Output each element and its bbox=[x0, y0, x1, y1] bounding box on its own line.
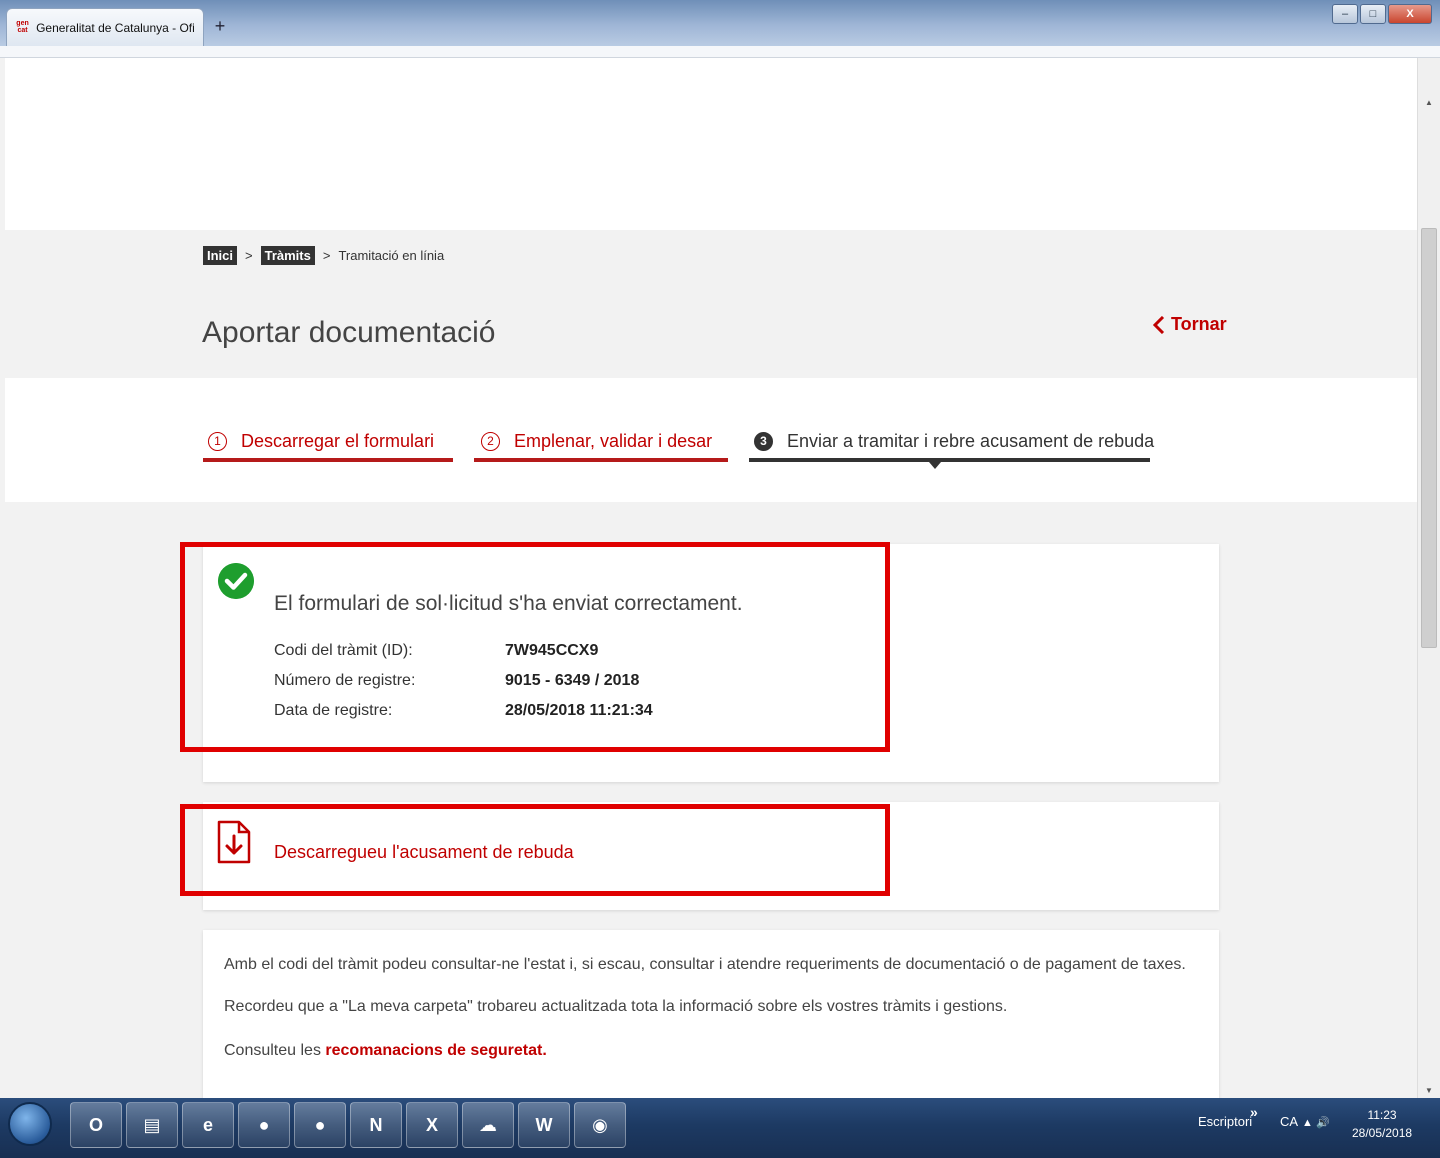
step-3-underline bbox=[749, 458, 1150, 462]
windows-taskbar: O ▤ e ● ● N X ☁ W ◉ Escriptori » CA ▲ 🔊 … bbox=[0, 1098, 1440, 1158]
page-content: Inici > Tràmits > Tramitació en línia Ap… bbox=[5, 58, 1417, 1098]
gencat-favicon-icon: gen cat bbox=[16, 19, 29, 34]
new-tab-button[interactable]: + bbox=[206, 14, 234, 38]
internet-explorer-icon[interactable]: e bbox=[182, 1102, 234, 1148]
system-tray[interactable]: ▲ 🔊 bbox=[1302, 1116, 1330, 1129]
step-label: Enviar a tramitar i rebre acusament de r… bbox=[787, 430, 1155, 451]
clock-date: 28/05/2018 bbox=[1352, 1126, 1413, 1140]
chrome-icon[interactable]: ● bbox=[238, 1102, 290, 1148]
breadcrumb-separator: > bbox=[245, 248, 253, 263]
info-text: Amb el codi del tràmit podeu consultar-n… bbox=[224, 956, 1186, 973]
breadcrumb-current: Tramitació en línia bbox=[338, 248, 445, 263]
onedrive-icon[interactable]: ☁ bbox=[462, 1102, 514, 1148]
tab-title: Generalitat de Catalunya - Ofi... bbox=[36, 20, 195, 35]
info-text: Recordeu que a "La meva carpeta" trobare… bbox=[224, 998, 1008, 1015]
scroll-up-icon[interactable]: ▲ bbox=[1423, 98, 1435, 110]
steps-band: 1 Descarregar el formulari 2 Emplenar, v… bbox=[5, 378, 1417, 502]
step-label: Emplenar, validar i desar bbox=[514, 430, 713, 451]
onenote-icon[interactable]: N bbox=[350, 1102, 402, 1148]
step-3: 3 Enviar a tramitar i rebre acusament de… bbox=[754, 420, 1154, 462]
browser-tab[interactable]: gen cat Generalitat de Catalunya - Ofi..… bbox=[6, 8, 204, 46]
breadcrumb-separator: > bbox=[322, 248, 331, 263]
firefox-icon[interactable]: ◉ bbox=[574, 1102, 626, 1148]
file-explorer-icon[interactable]: ▤ bbox=[126, 1102, 178, 1148]
page-title: Aportar documentació bbox=[202, 316, 496, 349]
step-1[interactable]: 1 Descarregar el formulari bbox=[208, 420, 434, 462]
desktop-toolbar-label[interactable]: Escriptori bbox=[1198, 1114, 1252, 1129]
breadcrumb-tramits-link[interactable]: Tràmits bbox=[260, 246, 315, 265]
chevron-left-icon bbox=[1153, 315, 1165, 334]
scroll-down-icon[interactable]: ▼ bbox=[1423, 1086, 1435, 1098]
maximize-button[interactable]: □ bbox=[1360, 4, 1386, 24]
start-button[interactable] bbox=[8, 1102, 52, 1146]
step-label: Descarregar el formulari bbox=[241, 430, 435, 451]
step-2-underline bbox=[474, 458, 728, 462]
language-indicator[interactable]: CA bbox=[1280, 1114, 1298, 1129]
breadcrumb: Inici > Tràmits > Tramitació en línia bbox=[203, 246, 444, 265]
back-link-label: Tornar bbox=[1171, 314, 1227, 334]
highlight-box-download bbox=[180, 804, 890, 896]
browser-tabbar: gen cat Generalitat de Catalunya - Ofi..… bbox=[0, 0, 1440, 46]
step-number: 3 bbox=[754, 431, 773, 451]
security-recommendations-link[interactable]: recomanacions de seguretat. bbox=[325, 1042, 546, 1059]
minimize-button[interactable]: – bbox=[1332, 4, 1358, 24]
step-1-underline bbox=[203, 458, 453, 462]
vertical-scrollbar[interactable]: ▲ ▼ bbox=[1417, 58, 1440, 1098]
browser-navbar bbox=[0, 46, 1440, 58]
scroll-thumb[interactable] bbox=[1421, 228, 1437, 648]
info-text-security: Consulteu les recomanacions de seguretat… bbox=[224, 1042, 547, 1060]
chrome-icon[interactable]: ● bbox=[294, 1102, 346, 1148]
window-controls: – □ X bbox=[1332, 4, 1432, 24]
excel-icon[interactable]: X bbox=[406, 1102, 458, 1148]
clock-time: 11:23 bbox=[1367, 1108, 1397, 1122]
step-2[interactable]: 2 Emplenar, validar i desar bbox=[481, 420, 712, 462]
step-number: 2 bbox=[481, 431, 500, 451]
breadcrumb-home-link[interactable]: Inici bbox=[203, 246, 238, 265]
outlook-icon[interactable]: O bbox=[70, 1102, 122, 1148]
close-button[interactable]: X bbox=[1388, 4, 1432, 24]
highlight-box-confirmation bbox=[180, 542, 890, 752]
toolbar-chevron-icon[interactable]: » bbox=[1250, 1104, 1258, 1120]
word-icon[interactable]: W bbox=[518, 1102, 570, 1148]
step-number: 1 bbox=[208, 431, 227, 451]
taskbar-clock[interactable]: 11:23 28/05/2018 bbox=[1352, 1106, 1412, 1142]
info-prefix: Consulteu les bbox=[224, 1042, 326, 1059]
active-step-arrow bbox=[929, 462, 941, 469]
back-link[interactable]: Tornar bbox=[1153, 314, 1227, 335]
